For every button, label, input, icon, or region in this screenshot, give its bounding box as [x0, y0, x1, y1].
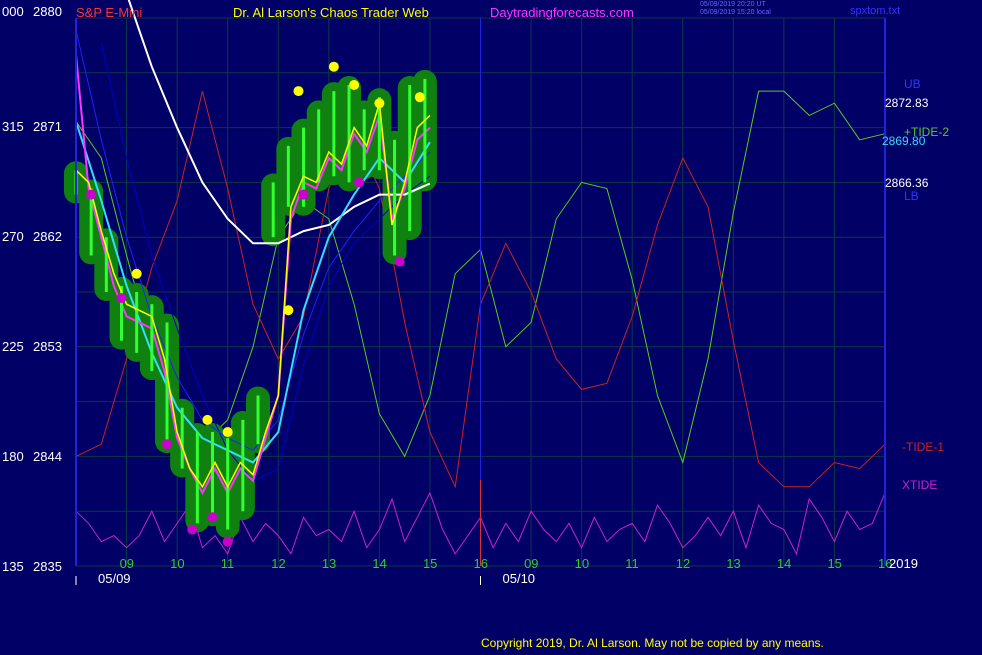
high-marker: [328, 61, 339, 72]
hour-tick-label: 11: [625, 556, 639, 571]
ub-label: UB: [904, 77, 921, 91]
date-label: 05/10: [503, 571, 536, 586]
xtide-label: XTIDE: [902, 478, 938, 492]
lb-label: LB: [904, 189, 919, 203]
low-marker: [298, 189, 309, 200]
high-marker: [374, 98, 385, 109]
hour-tick-label: 14: [777, 556, 791, 571]
hour-tick-label: 13: [726, 556, 740, 571]
year-label: 2019: [889, 556, 918, 571]
ub-value: 2872.83: [885, 96, 929, 110]
high-marker: [131, 268, 142, 279]
high-marker: [349, 79, 360, 90]
hour-tick-label: 10: [575, 556, 589, 571]
y-tick-left: 180: [2, 449, 24, 464]
hour-tick-label: 15: [827, 556, 841, 571]
site-link[interactable]: Daytradingforecasts.com: [490, 5, 634, 20]
low-marker: [86, 189, 97, 200]
y-tick-price: 2862: [33, 229, 62, 244]
low-marker: [187, 524, 198, 535]
low-marker: [207, 512, 218, 523]
hour-tick-label: 10: [170, 556, 184, 571]
y-tick-price: 2871: [33, 119, 62, 134]
chart-area: 09 10 11 12 13 14 15 16 09 10 11 12 13 14 15 16 05/09 05/…: [0, 0, 982, 650]
high-marker: [222, 427, 233, 438]
file-name: spxtom.txt: [850, 5, 901, 17]
y-tick-left: 000: [2, 4, 24, 19]
low-marker: [222, 536, 233, 547]
hour-tick-label: 09: [524, 556, 538, 571]
symbol-title: S&P E-Mini: [76, 5, 143, 20]
hour-tick-label: 16: [474, 556, 488, 571]
high-marker: [202, 414, 213, 425]
high-marker: [283, 305, 294, 316]
site-title: Dr. Al Larson's Chaos Trader Web: [233, 5, 429, 20]
y-tick-left: 315: [2, 119, 24, 134]
high-marker: [414, 92, 425, 103]
low-marker: [116, 293, 127, 304]
y-tick-price: 2853: [33, 339, 62, 354]
low-marker: [394, 256, 405, 267]
chart-svg: 09 10 11 12 13 14 15 16 09 10 11 12 13 14 15 1605/09 05/…: [0, 0, 982, 650]
hour-tick-label: 09: [120, 556, 134, 571]
low-marker: [354, 177, 365, 188]
high-marker: [293, 86, 304, 97]
timestamp-ut: 05/09/2019 20:20 UT: [700, 1, 766, 8]
y-tick-left: 225: [2, 339, 24, 354]
hour-tick-label: 15: [423, 556, 437, 571]
lb-value: 2866.36: [885, 176, 929, 190]
tide1-label: -TIDE-1: [902, 440, 944, 454]
hour-tick-label: 13: [322, 556, 336, 571]
y-tick-price: 2835: [33, 559, 62, 574]
y-tick-price: 2880: [33, 4, 62, 19]
hour-tick-label: 12: [676, 556, 690, 571]
timestamp-local: 05/09/2019 15:20 local: [700, 9, 771, 16]
date-label: 05/09: [98, 571, 131, 586]
y-tick-left: 270: [2, 229, 24, 244]
hour-tick-label: 12: [271, 556, 285, 571]
hour-tick-label: 11: [221, 556, 235, 571]
y-tick-price: 2844: [33, 449, 62, 464]
hour-tick-label: 14: [372, 556, 386, 571]
cyan-value: 2869.80: [882, 134, 926, 148]
y-tick-left: 135: [2, 559, 24, 574]
low-marker: [162, 439, 173, 450]
copyright-notice: Copyright 2019, Dr. Al Larson. May not b…: [481, 636, 824, 650]
